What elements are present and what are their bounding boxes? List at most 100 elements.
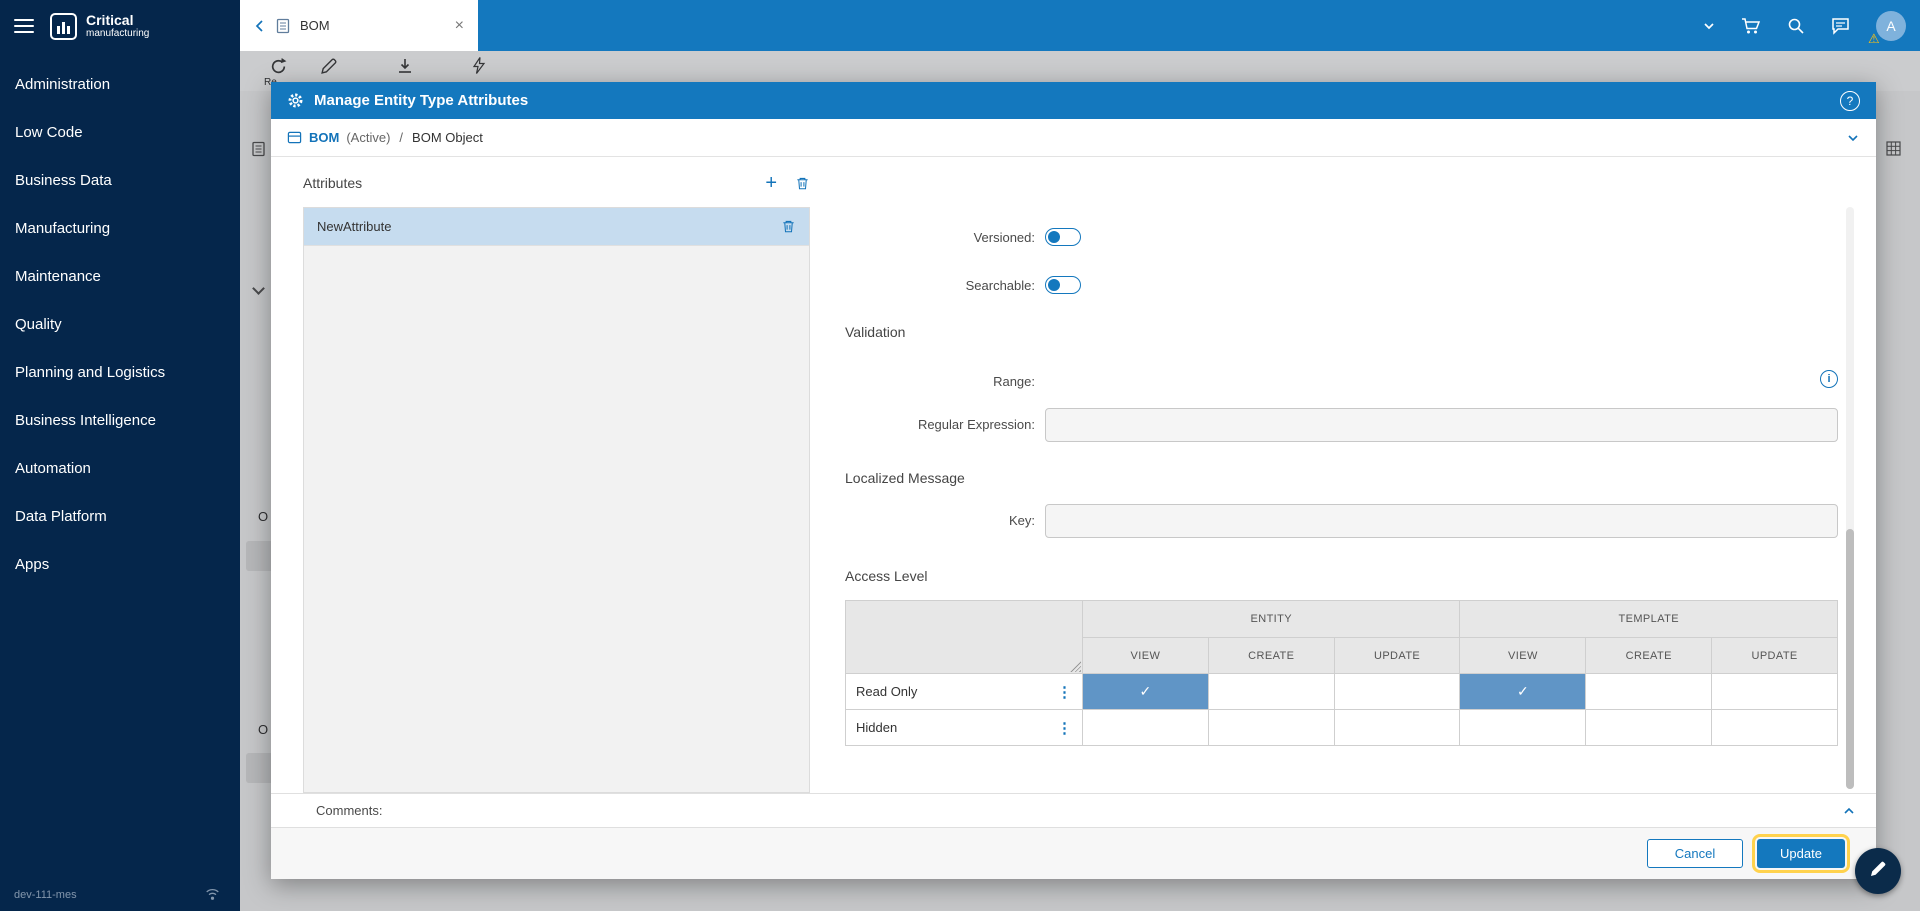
access-cell[interactable] <box>1711 673 1838 710</box>
sidebar-footer: dev-111-mes <box>0 888 240 911</box>
access-cell[interactable] <box>1333 673 1461 710</box>
dialog-body: Attributes + NewAttribute Versioned: Sea… <box>271 157 1876 793</box>
dialog-title: Manage Entity Type Attributes <box>314 92 529 109</box>
column-header-entity-create: CREATE <box>1207 637 1335 674</box>
tab-back-icon[interactable] <box>254 19 266 33</box>
column-header-entity-update: UPDATE <box>1333 637 1461 674</box>
document-icon <box>276 18 290 34</box>
access-cell[interactable] <box>1459 709 1587 746</box>
breadcrumb-state: (Active) <box>346 130 391 145</box>
hamburger-menu-icon[interactable] <box>14 19 34 33</box>
chevron-down-icon[interactable] <box>1703 20 1715 32</box>
sidebar-header: Critical manufacturing <box>0 0 240 52</box>
scrollbar-thumb[interactable] <box>1846 529 1854 789</box>
breadcrumb-collapse-icon[interactable] <box>1846 131 1860 145</box>
breadcrumb-separator: / <box>399 130 404 145</box>
logo-subtitle: manufacturing <box>86 28 150 40</box>
chevron-up-icon[interactable] <box>1842 804 1856 818</box>
sidebar-item-maintenance[interactable]: Maintenance <box>0 252 240 300</box>
versioned-toggle[interactable] <box>1045 228 1081 246</box>
signature-pen-button[interactable] <box>1855 848 1901 894</box>
row-menu-icon[interactable]: ⋮ <box>1057 683 1072 701</box>
topbar-actions: A ⚠ <box>1703 0 1906 51</box>
access-row-label: Read Only <box>856 684 918 699</box>
access-cell[interactable] <box>1711 709 1838 746</box>
access-level-section-title: Access Level <box>845 568 928 584</box>
resize-grip[interactable] <box>1070 661 1081 672</box>
search-icon[interactable] <box>1787 17 1805 35</box>
sidebar-item-low-code[interactable]: Low Code <box>0 108 240 156</box>
logo-title: Critical <box>86 11 134 28</box>
range-label: Range: <box>993 374 1035 389</box>
access-row-label: Hidden <box>856 720 898 735</box>
avatar-initial: A <box>1886 17 1896 34</box>
dialog-footer: Cancel Update <box>271 827 1876 879</box>
attribute-list-item[interactable]: NewAttribute <box>304 208 809 246</box>
column-header-template-update: UPDATE <box>1711 637 1838 674</box>
warning-badge-icon: ⚠ <box>1868 30 1880 46</box>
attributes-list: NewAttribute <box>303 207 810 793</box>
tab-close-icon[interactable]: × <box>455 17 464 35</box>
access-cell[interactable] <box>1207 673 1335 710</box>
access-cell-checked[interactable]: ✓ <box>1459 673 1587 710</box>
access-cell[interactable] <box>1207 709 1335 746</box>
access-row-hidden: Hidden ⋮ <box>845 709 1083 746</box>
help-icon[interactable]: ? <box>1840 90 1860 111</box>
sidebar-item-business-data[interactable]: Business Data <box>0 156 240 204</box>
sidebar-item-quality[interactable]: Quality <box>0 300 240 348</box>
access-level-table: ENTITY TEMPLATE VIEW CREATE UPDATE VIEW CREATE… <box>845 600 1838 746</box>
scrollbar-track[interactable] <box>1846 207 1854 789</box>
app-logo: Critical manufacturing <box>50 11 150 40</box>
sidebar-menu: Administration Low Code Business Data Manuf… <box>0 52 240 588</box>
access-table-corner-cell <box>845 600 1083 674</box>
row-menu-icon[interactable]: ⋮ <box>1057 719 1072 737</box>
column-group-entity: ENTITY <box>1081 600 1461 638</box>
regex-input[interactable] <box>1045 408 1838 442</box>
access-row-read-only: Read Only ⋮ <box>845 673 1083 710</box>
searchable-toggle[interactable] <box>1045 276 1081 294</box>
access-cell[interactable] <box>1082 709 1209 746</box>
key-input[interactable] <box>1045 504 1838 538</box>
breadcrumb: BOM (Active) / BOM Object <box>271 119 1876 157</box>
bom-entity-icon <box>287 130 302 145</box>
sidebar-item-planning-and-logistics[interactable]: Planning and Logistics <box>0 348 240 396</box>
access-cell-checked[interactable]: ✓ <box>1082 673 1209 710</box>
cart-icon[interactable] <box>1741 17 1761 35</box>
sidebar-item-data-platform[interactable]: Data Platform <box>0 492 240 540</box>
validation-section-title: Validation <box>845 324 906 340</box>
access-cell[interactable] <box>1585 709 1713 746</box>
comments-section[interactable]: Comments: <box>271 793 1876 827</box>
dialog-header: Manage Entity Type Attributes ? <box>271 82 1876 119</box>
update-button[interactable]: Update <box>1752 834 1850 873</box>
attributes-title: Attributes <box>303 175 363 191</box>
avatar[interactable]: A ⚠ <box>1868 10 1906 46</box>
cancel-button[interactable]: Cancel <box>1647 839 1743 868</box>
access-cell[interactable] <box>1333 709 1461 746</box>
page-background: Re O O Manage Entity Type Attributes ? B <box>240 51 1920 911</box>
breadcrumb-object: BOM Object <box>412 130 483 145</box>
tab-label: BOM <box>300 18 330 33</box>
sidebar-item-apps[interactable]: Apps <box>0 540 240 588</box>
column-header-entity-view: VIEW <box>1082 637 1209 674</box>
manage-entity-type-attributes-dialog: Manage Entity Type Attributes ? BOM (Act… <box>271 82 1876 879</box>
column-header-template-view: VIEW <box>1459 637 1587 674</box>
comments-label: Comments: <box>316 803 383 818</box>
regex-label: Regular Expression: <box>917 417 1035 432</box>
access-cell[interactable] <box>1585 673 1713 710</box>
logo-icon <box>50 12 77 40</box>
column-header-template-create: CREATE <box>1585 637 1713 674</box>
chat-icon[interactable] <box>1831 17 1850 35</box>
sidebar-item-manufacturing[interactable]: Manufacturing <box>0 204 240 252</box>
sidebar-item-business-intelligence[interactable]: Business Intelligence <box>0 396 240 444</box>
add-attribute-icon[interactable]: + <box>765 173 777 193</box>
attributes-panel-header: Attributes + <box>303 173 810 193</box>
delete-attribute-icon[interactable] <box>781 219 796 234</box>
topbar: BOM × A ⚠ <box>240 0 1920 51</box>
sidebar-item-automation[interactable]: Automation <box>0 444 240 492</box>
info-icon[interactable]: i <box>1820 370 1838 388</box>
delete-attributes-icon[interactable] <box>795 176 810 191</box>
sidebar-item-administration[interactable]: Administration <box>0 60 240 108</box>
breadcrumb-entity[interactable]: BOM <box>309 130 339 145</box>
connection-status-icon <box>205 888 220 901</box>
tab-bom[interactable]: BOM × <box>240 0 478 51</box>
